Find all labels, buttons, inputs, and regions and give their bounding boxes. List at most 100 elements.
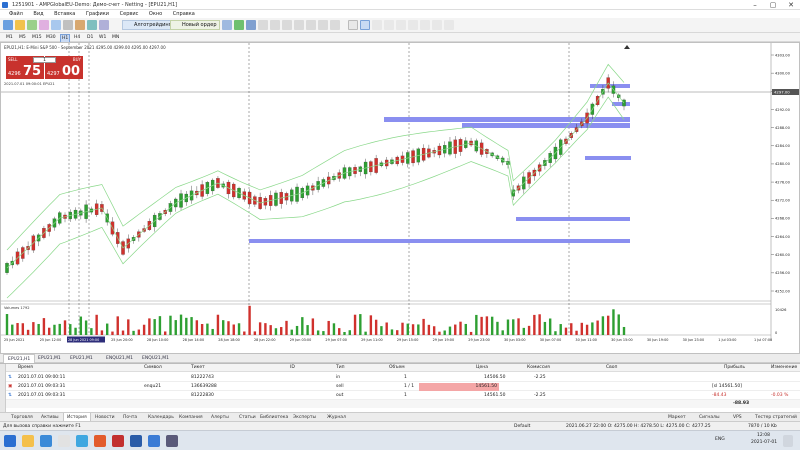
history-column-header[interactable]: Тикет <box>191 364 205 372</box>
horizontal-line-icon[interactable] <box>384 20 394 30</box>
volume-bar <box>327 320 330 335</box>
tray-language[interactable]: ENG <box>715 437 725 442</box>
autoscroll-icon[interactable] <box>294 20 304 30</box>
bar-chart-icon[interactable] <box>222 20 232 30</box>
timeframe-h4[interactable]: H4 <box>74 34 80 41</box>
timeframe-m1[interactable]: M1 <box>6 34 13 41</box>
menu-view[interactable]: Вид <box>33 10 43 18</box>
strategy-tester-icon[interactable] <box>87 20 97 30</box>
crosshair-icon[interactable] <box>360 20 370 30</box>
chart-tab[interactable]: EPU21,M1 <box>66 354 97 363</box>
timeframe-w1[interactable]: W1 <box>99 34 106 41</box>
timeframe-m5[interactable]: M5 <box>19 34 26 41</box>
history-total-row: -88.93 <box>6 400 800 408</box>
history-row[interactable]: ▣ 2021.07.01 09:03:31 enqu21 136639288 sell 1… <box>6 383 800 391</box>
close-icon[interactable]: ✕ <box>782 0 800 10</box>
new-chart-icon[interactable] <box>3 20 13 30</box>
tray-date[interactable]: 2021-07-01 <box>751 440 777 445</box>
menu-file[interactable]: Файл <box>9 10 23 18</box>
store-icon[interactable] <box>58 435 70 447</box>
start-icon[interactable] <box>4 435 16 447</box>
history-column-header[interactable]: Изменение <box>771 364 797 372</box>
history-column-header[interactable]: Символ <box>144 364 162 372</box>
timeframe-d1[interactable]: D1 <box>87 34 93 41</box>
browser-icon[interactable] <box>148 435 160 447</box>
history-column-header[interactable]: ID <box>290 364 295 372</box>
volume-bar <box>538 314 541 335</box>
volume-bar <box>179 314 183 335</box>
menu-insert[interactable]: Вставка <box>54 10 75 18</box>
time-label: 25 Jun 20:00 <box>111 338 133 342</box>
history-column-header[interactable]: Время <box>18 364 33 372</box>
cursor-icon[interactable] <box>348 20 358 30</box>
fibonacci-icon[interactable] <box>420 20 430 30</box>
shapes-icon[interactable] <box>444 20 454 30</box>
history-row[interactable]: ⇅ 2021.07.01 09:03:31 81222830 out 1 14561.50… <box>6 392 800 400</box>
explorer-icon[interactable] <box>22 435 34 447</box>
chart-canvas[interactable]: EPU21,H1: E-Mini S&P 500 - September 202… <box>1 43 799 353</box>
volume-bar <box>469 331 473 335</box>
chart-shift-icon[interactable] <box>306 20 316 30</box>
history-column-header[interactable]: Прибыль <box>724 364 745 372</box>
history-column-header[interactable]: Цена <box>476 364 488 372</box>
history-column-header[interactable]: Своп <box>606 364 618 372</box>
history-column-header[interactable]: Комиссия <box>527 364 550 372</box>
trendline-icon[interactable] <box>396 20 406 30</box>
mail-icon[interactable] <box>76 435 88 447</box>
chart-tab[interactable]: ENQU21,M1 <box>102 354 137 363</box>
algo-trading-button[interactable]: Алготрейдинг <box>122 20 175 30</box>
maximize-icon[interactable]: ▢ <box>764 0 782 10</box>
menu-window[interactable]: Окно <box>149 10 162 18</box>
chart-tab[interactable]: EPU21,M1 <box>34 354 65 363</box>
timeframe-m30[interactable]: M30 <box>46 34 56 41</box>
line-chart-icon[interactable] <box>246 20 256 30</box>
word-icon[interactable] <box>130 435 142 447</box>
time-label: 1 Jul 07:00 <box>754 338 772 342</box>
lot-size-input[interactable]: 1 <box>33 57 56 63</box>
vertical-line-icon[interactable] <box>372 20 382 30</box>
indicators-icon[interactable] <box>318 20 328 30</box>
new-order-button[interactable]: Новый ордер <box>170 20 220 30</box>
candlestick-icon[interactable] <box>234 20 244 30</box>
chart-tab[interactable]: EPU21,H1 <box>3 354 36 363</box>
volume-bar <box>380 326 383 335</box>
timeframe-m15[interactable]: M15 <box>32 34 42 41</box>
price-label: 4303.00 <box>775 53 791 57</box>
menu-charts[interactable]: Графики <box>86 10 109 18</box>
time-label: 28 Jun 18:00 <box>218 338 240 342</box>
office-icon[interactable] <box>94 435 106 447</box>
volume-bar <box>459 321 462 335</box>
data-window-icon[interactable] <box>51 20 61 30</box>
mt5-icon[interactable] <box>112 435 124 447</box>
history-column-header[interactable]: Тип <box>336 364 345 372</box>
minimize-icon[interactable]: – <box>746 0 764 10</box>
grid-icon[interactable] <box>282 20 292 30</box>
menu-tools[interactable]: Сервис <box>120 10 139 18</box>
toolbox-icon[interactable] <box>75 20 85 30</box>
notification-icon[interactable] <box>783 435 793 447</box>
profiles-icon[interactable] <box>27 20 37 30</box>
time-label: 29 Jun 03:00 <box>290 338 312 342</box>
history-cell-commission: -2.25 <box>534 393 546 398</box>
edge-icon[interactable] <box>40 435 52 447</box>
metaeditor-icon[interactable] <box>99 20 109 30</box>
equidistant-channel-icon[interactable] <box>408 20 418 30</box>
zoom-out-icon[interactable] <box>270 20 280 30</box>
text-icon[interactable] <box>432 20 442 30</box>
tray-time[interactable]: 12:08 <box>757 433 770 438</box>
history-row[interactable]: ⇅ 2021.07.01 09:00:11 81222743 in 1 14506.50 -… <box>6 374 800 382</box>
zoom-in-icon[interactable] <box>258 20 268 30</box>
chart-window[interactable]: EPU21,H1: E-Mini S&P 500 - September 202… <box>0 42 800 354</box>
history-column-header[interactable]: Объем <box>389 364 405 372</box>
templates-icon[interactable] <box>330 20 340 30</box>
navigator-icon[interactable] <box>63 20 73 30</box>
volume-bar <box>359 314 362 335</box>
market-watch-icon[interactable] <box>39 20 49 30</box>
open-icon[interactable] <box>15 20 25 30</box>
timeframe-mn[interactable]: MN <box>112 34 119 41</box>
volume-bar <box>53 324 56 335</box>
app-icon-2[interactable] <box>166 435 178 447</box>
chart-tab[interactable]: ENQU21,M1 <box>138 354 173 363</box>
menu-help[interactable]: Справка <box>173 10 195 18</box>
time-label: 29 Jun 07:00 <box>325 338 347 342</box>
